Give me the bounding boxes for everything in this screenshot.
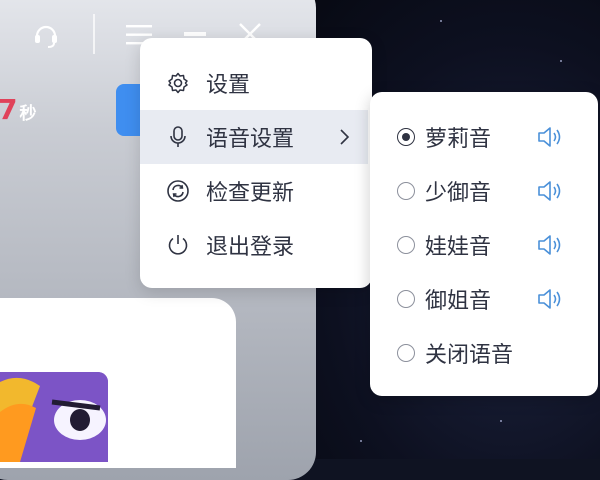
speaker-icon[interactable] <box>536 178 564 204</box>
minimize-icon[interactable] <box>184 32 206 36</box>
timer-value: 7 <box>0 93 18 126</box>
countdown-timer: 7秒 <box>0 90 36 130</box>
gear-icon <box>168 72 188 94</box>
voice-option-yujie[interactable]: 御姐音 <box>370 272 598 326</box>
game-character-avatar <box>0 372 108 462</box>
menu-item-label: 设置 <box>206 73 251 98</box>
radio-selected[interactable] <box>397 128 415 146</box>
voice-option-loli[interactable]: 萝莉音 <box>370 110 598 164</box>
menu-item-label: 检查更新 <box>206 181 295 206</box>
menu-item-label: 语音设置 <box>206 127 295 152</box>
menu-item-label: 退出登录 <box>206 235 295 260</box>
microphone-icon <box>170 126 186 147</box>
menu-item-settings[interactable]: 设置 <box>140 56 372 110</box>
power-icon <box>168 235 188 255</box>
voice-option-wawa[interactable]: 娃娃音 <box>370 218 598 272</box>
voice-option-label: 关闭语音 <box>425 343 514 368</box>
chevron-right-icon <box>340 129 350 145</box>
speaker-icon[interactable] <box>536 286 564 312</box>
customer-service-icon[interactable] <box>32 20 60 50</box>
voice-option-label: 萝莉音 <box>425 127 492 152</box>
menu-item-check-update[interactable]: 检查更新 <box>140 164 372 218</box>
voice-option-shaoyu[interactable]: 少御音 <box>370 164 598 218</box>
voice-option-label: 御姐音 <box>425 289 492 314</box>
speaker-icon[interactable] <box>536 232 564 258</box>
menu-item-voice-settings[interactable]: 语音设置 <box>140 110 368 164</box>
titlebar-divider <box>93 14 95 54</box>
radio-unselected[interactable] <box>397 182 415 200</box>
radio-unselected[interactable] <box>397 236 415 254</box>
refresh-icon <box>167 180 189 202</box>
settings-menu: 设置 语音设置 检查更新 退出登录 <box>140 38 372 288</box>
voice-option-label: 娃娃音 <box>425 235 492 260</box>
menu-item-logout[interactable]: 退出登录 <box>140 218 372 272</box>
voice-option-label: 少御音 <box>425 181 492 206</box>
radio-unselected[interactable] <box>397 344 415 362</box>
voice-submenu: 萝莉音 少御音 娃娃音 御姐音 关闭语音 <box>370 92 598 396</box>
speaker-icon[interactable] <box>536 124 564 150</box>
timer-unit: 秒 <box>19 104 37 124</box>
voice-option-off[interactable]: 关闭语音 <box>370 326 598 380</box>
radio-unselected[interactable] <box>397 290 415 308</box>
